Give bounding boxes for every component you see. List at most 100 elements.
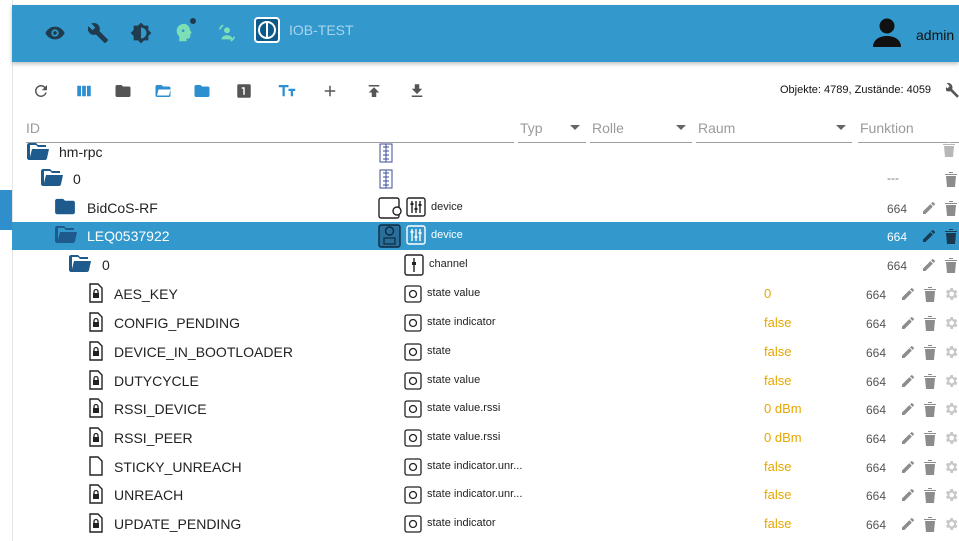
edit-icon[interactable] — [899, 343, 917, 361]
row-value[interactable]: false — [764, 315, 791, 330]
delete-icon[interactable] — [942, 199, 959, 217]
tree-row[interactable]: AES_KEY state value 0 664 — [12, 280, 959, 308]
folder-blue-icon[interactable] — [191, 80, 213, 102]
row-role: state indicator — [427, 316, 496, 328]
eye-icon[interactable] — [44, 22, 66, 44]
delete-icon[interactable] — [921, 372, 939, 390]
gear-icon[interactable] — [942, 314, 959, 332]
edit-icon[interactable] — [920, 227, 938, 245]
robot-head-icon[interactable] — [173, 18, 196, 44]
device-type-icon — [406, 197, 426, 217]
delete-icon[interactable] — [942, 256, 959, 274]
row-acl: 664 — [866, 346, 887, 360]
room-filter[interactable]: Raum — [696, 114, 852, 143]
edit-icon[interactable] — [899, 400, 917, 418]
role-filter[interactable]: Rolle — [590, 114, 692, 143]
edit-icon[interactable] — [899, 458, 917, 476]
delete-icon[interactable] — [940, 140, 958, 158]
id-filter[interactable]: ID — [26, 114, 514, 143]
brightness-icon[interactable] — [130, 22, 152, 44]
row-value[interactable]: false — [764, 373, 791, 388]
gear-icon[interactable] — [942, 400, 959, 418]
tree-row[interactable]: STICKY_UNREACH state indicator.unr... fa… — [12, 453, 959, 481]
delete-icon[interactable] — [921, 314, 939, 332]
tree-row[interactable]: 0 channel 664 — [12, 251, 959, 279]
folder-open-icon[interactable] — [152, 80, 174, 102]
delete-icon[interactable] — [921, 400, 939, 418]
locked-file-icon — [89, 370, 103, 390]
function-filter[interactable]: Funktion — [858, 114, 959, 143]
person-sync-icon[interactable] — [216, 22, 238, 44]
row-acl: 664 — [866, 317, 887, 331]
delete-icon[interactable] — [921, 285, 939, 303]
delete-icon[interactable] — [921, 343, 939, 361]
row-acl: --- — [887, 171, 899, 185]
user-avatar-icon[interactable] — [872, 17, 902, 54]
gear-icon[interactable] — [942, 515, 959, 533]
row-value[interactable]: false — [764, 487, 791, 502]
row-value[interactable]: false — [764, 516, 791, 531]
refresh-icon[interactable] — [30, 80, 52, 102]
gear-icon[interactable] — [942, 343, 959, 361]
tree-row[interactable]: RSSI_PEER state value.rssi 0 dBm 664 — [12, 424, 959, 452]
row-role: device — [431, 229, 463, 241]
gear-icon[interactable] — [942, 372, 959, 390]
tree-row[interactable]: UPDATE_PENDING state indicator false 664 — [12, 510, 959, 538]
tree-row[interactable]: CONFIG_PENDING state indicator false 664 — [12, 309, 959, 337]
device-type-icon — [406, 225, 426, 245]
tree-row[interactable]: BidCoS-RF device 664 — [12, 194, 959, 222]
download-icon[interactable] — [406, 80, 428, 102]
gear-icon[interactable] — [942, 458, 959, 476]
delete-icon[interactable] — [921, 458, 939, 476]
upload-icon[interactable] — [363, 80, 385, 102]
state-icon — [404, 429, 422, 447]
edit-icon[interactable] — [899, 515, 917, 533]
row-value[interactable]: 0 dBm — [764, 401, 802, 416]
number-one-icon[interactable] — [233, 80, 255, 102]
row-value[interactable]: 0 dBm — [764, 430, 802, 445]
delete-icon[interactable] — [921, 486, 939, 504]
id-column-label: ID — [26, 120, 40, 136]
gear-icon[interactable] — [942, 285, 959, 303]
delete-icon[interactable] — [921, 515, 939, 533]
state-icon — [404, 343, 422, 361]
object-counts: Objekte: 4789, Zustände: 4059 — [780, 84, 932, 96]
edit-icon[interactable] — [899, 486, 917, 504]
row-name: CONFIG_PENDING — [114, 315, 241, 331]
tree-row[interactable]: DEVICE_IN_BOOTLOADER state false 664 — [12, 338, 959, 366]
tree-row[interactable]: hm-rpc — [12, 140, 959, 168]
tree-row[interactable]: 0 --- — [12, 165, 959, 193]
edit-icon[interactable] — [899, 314, 917, 332]
tree-row-selected[interactable]: LEQ0537922 device 664 — [12, 222, 959, 250]
settings-wrench-icon[interactable] — [944, 80, 959, 105]
gear-icon[interactable] — [942, 486, 959, 504]
tree-row[interactable]: UNREACH state indicator.unr... false 664 — [12, 481, 959, 509]
delete-icon[interactable] — [921, 429, 939, 447]
row-acl: 664 — [866, 489, 887, 503]
row-value[interactable]: false — [764, 459, 791, 474]
gear-icon[interactable] — [942, 429, 959, 447]
row-value[interactable]: false — [764, 344, 791, 359]
row-value[interactable]: 0 — [764, 286, 771, 301]
edit-icon[interactable] — [920, 199, 938, 217]
tree-row[interactable]: RSSI_DEVICE state value.rssi 0 dBm 664 — [12, 395, 959, 423]
edit-icon[interactable] — [899, 372, 917, 390]
edit-icon[interactable] — [899, 285, 917, 303]
edit-icon[interactable] — [899, 429, 917, 447]
wrench-icon[interactable] — [87, 22, 109, 44]
add-icon[interactable] — [319, 80, 341, 102]
user-name[interactable]: admin — [916, 27, 954, 43]
columns-icon[interactable] — [73, 80, 95, 102]
delete-icon[interactable] — [942, 170, 959, 188]
edit-icon[interactable] — [920, 256, 938, 274]
delete-icon[interactable] — [942, 227, 959, 245]
channel-icon — [404, 254, 424, 276]
row-acl: 664 — [866, 403, 887, 417]
row-name: DUTYCYCLE — [114, 373, 199, 389]
tree-row[interactable]: DUTYCYCLE state value false 664 — [12, 367, 959, 395]
row-role: channel — [429, 258, 468, 270]
folder-icon[interactable] — [112, 80, 134, 102]
row-name: 0 — [73, 171, 81, 187]
type-filter[interactable]: Typ — [518, 114, 586, 143]
text-size-icon[interactable] — [276, 80, 298, 102]
